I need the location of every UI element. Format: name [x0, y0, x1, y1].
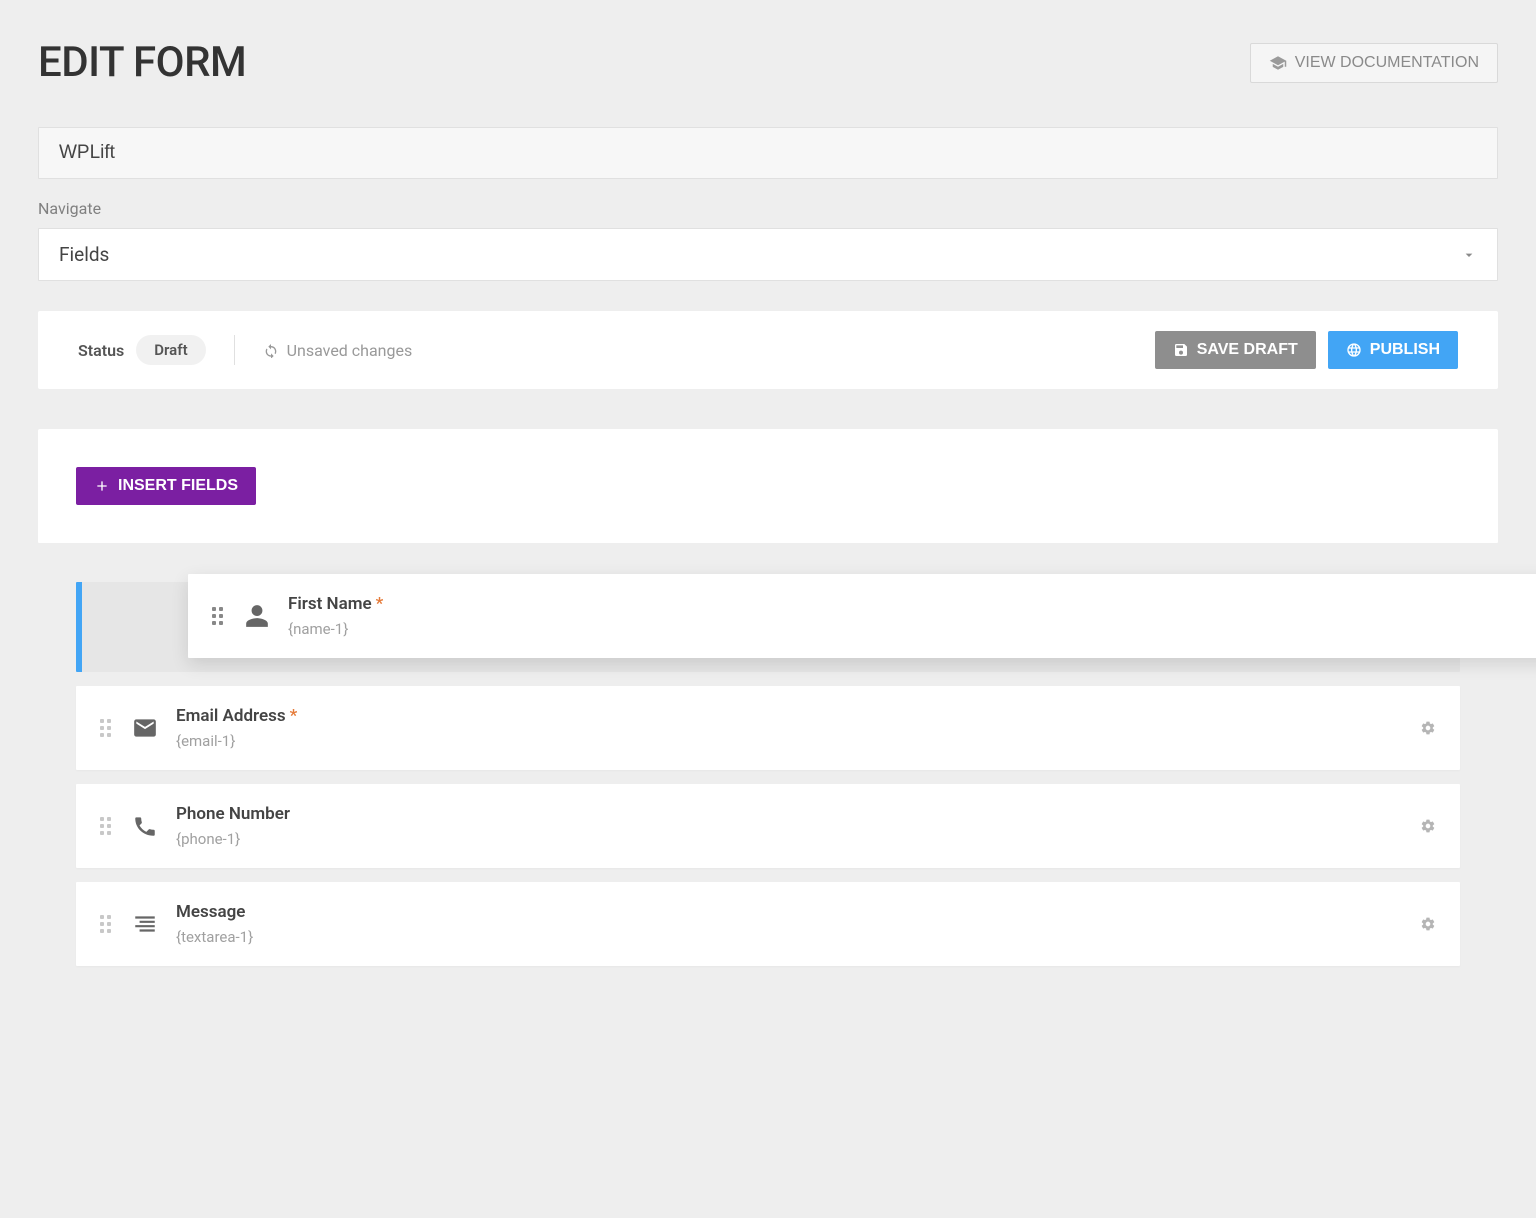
field-label: Message	[176, 902, 1402, 922]
refresh-icon	[263, 342, 279, 358]
drag-handle-icon[interactable]	[100, 915, 114, 933]
gear-icon[interactable]	[1420, 720, 1436, 736]
fields-area: First Name* {name-1} Email Address* {ema…	[38, 544, 1498, 966]
field-slug: {name-1}	[288, 620, 1536, 638]
drag-handle-icon[interactable]	[100, 817, 114, 835]
insert-fields-panel: INSERT FIELDS	[38, 429, 1498, 544]
unsaved-label: Unsaved changes	[287, 341, 413, 360]
publish-button[interactable]: PUBLISH	[1328, 331, 1458, 369]
drag-handle-icon[interactable]	[212, 607, 226, 625]
navigate-label: Navigate	[38, 199, 1498, 218]
textarea-icon	[132, 911, 158, 937]
field-slug: {email-1}	[176, 732, 1402, 750]
graduation-cap-icon	[1269, 54, 1287, 72]
form-title-input[interactable]	[38, 127, 1498, 179]
field-card[interactable]: Email Address* {email-1}	[76, 686, 1460, 770]
view-documentation-label: VIEW DOCUMENTATION	[1295, 54, 1479, 72]
field-slug: {textarea-1}	[176, 928, 1402, 946]
status-bar: Status Draft Unsaved changes SAVE DRAFT …	[38, 311, 1498, 389]
required-indicator: *	[290, 706, 298, 726]
navigate-select[interactable]: Fields	[38, 228, 1498, 281]
insert-fields-label: INSERT FIELDS	[118, 477, 238, 495]
gear-icon[interactable]	[1420, 916, 1436, 932]
drag-handle-icon[interactable]	[100, 719, 114, 737]
navigate-value: Fields	[59, 243, 109, 266]
unsaved-changes: Unsaved changes	[263, 341, 413, 360]
status-pill: Draft	[136, 335, 205, 365]
save-draft-label: SAVE DRAFT	[1197, 341, 1298, 359]
field-label: Email Address*	[176, 706, 1402, 726]
field-label: Phone Number	[176, 804, 1402, 824]
person-icon	[244, 603, 270, 629]
globe-icon	[1346, 342, 1362, 358]
divider	[234, 335, 235, 365]
required-indicator: *	[376, 594, 384, 614]
field-card[interactable]: Phone Number {phone-1}	[76, 784, 1460, 868]
field-card-dragging[interactable]: First Name* {name-1}	[188, 574, 1536, 658]
page-title: EDIT FORM	[38, 38, 246, 87]
field-slug: {phone-1}	[176, 830, 1402, 848]
chevron-down-icon	[1461, 247, 1477, 263]
envelope-icon	[132, 715, 158, 741]
save-draft-button[interactable]: SAVE DRAFT	[1155, 331, 1316, 369]
save-icon	[1173, 342, 1189, 358]
view-documentation-button[interactable]: VIEW DOCUMENTATION	[1250, 43, 1498, 83]
publish-label: PUBLISH	[1370, 341, 1440, 359]
gear-icon[interactable]	[1420, 818, 1436, 834]
plus-icon	[94, 478, 110, 494]
field-label: First Name*	[288, 594, 1536, 614]
status-label: Status	[78, 341, 124, 360]
insert-fields-button[interactable]: INSERT FIELDS	[76, 467, 256, 505]
field-card[interactable]: Message {textarea-1}	[76, 882, 1460, 966]
phone-icon	[132, 813, 158, 839]
